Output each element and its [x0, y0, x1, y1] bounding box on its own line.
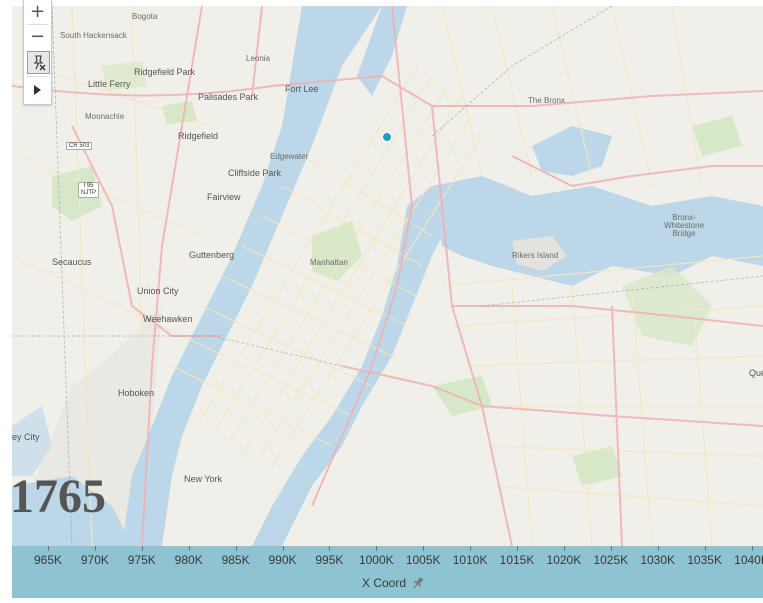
- x-axis-tick-label: 1025K: [593, 553, 629, 567]
- map-data-point[interactable]: [382, 132, 392, 142]
- x-axis-tick-label: 1040K: [734, 553, 763, 567]
- x-axis-tick-label: 1010K: [452, 553, 488, 567]
- x-axis-tick-label: 1020K: [546, 553, 582, 567]
- x-axis-tick: [657, 546, 659, 551]
- x-axis-tick: [423, 546, 425, 551]
- x-axis-tick-label: 1015K: [499, 553, 535, 567]
- x-axis-tick-label: 970K: [80, 553, 109, 567]
- x-axis-tick: [141, 546, 143, 551]
- x-axis-tick-label: 1000K: [358, 553, 394, 567]
- x-axis-tick: [235, 546, 237, 551]
- zoom-out-button[interactable]: −: [24, 25, 51, 49]
- x-axis-tick-label: 1030K: [640, 553, 676, 567]
- x-axis-title-row: X Coord: [362, 576, 425, 590]
- x-axis-tick: [751, 546, 753, 551]
- x-axis-tick: [704, 546, 706, 551]
- x-axis-tick-label: 985K: [221, 553, 250, 567]
- basemap: [12, 6, 763, 546]
- x-axis-tick-label: 1005K: [405, 553, 441, 567]
- play-icon: [34, 85, 41, 95]
- map-visualization: Bogota South Hackensack Ridgefield Park …: [0, 0, 763, 603]
- x-axis-tick-label: 980K: [174, 553, 203, 567]
- x-axis-tick-label: 965K: [33, 553, 63, 567]
- x-axis-tick-label: 1035K: [687, 553, 722, 567]
- x-axis-title[interactable]: X Coord: [362, 576, 406, 590]
- unpin-map-icon: [33, 55, 46, 71]
- play-button[interactable]: [24, 77, 51, 103]
- x-axis-tick: [610, 546, 612, 551]
- x-axis-tick: [376, 546, 378, 551]
- x-axis-tick: [470, 546, 472, 551]
- map-toolbar: + −: [23, 0, 52, 105]
- map-canvas[interactable]: Bogota South Hackensack Ridgefield Park …: [12, 6, 763, 546]
- minus-icon: −: [29, 26, 46, 47]
- x-axis-tick: [517, 546, 518, 551]
- pin-icon[interactable]: [411, 576, 425, 590]
- x-axis-tick: [188, 546, 190, 551]
- x-axis-tick: [94, 546, 96, 551]
- big-number-label: 1765: [10, 470, 106, 523]
- x-axis-tick-label: 995K: [315, 553, 344, 567]
- x-axis-tick: [329, 546, 331, 551]
- x-axis-tick: [282, 546, 284, 551]
- x-axis[interactable]: X Coord 965K 970K 975K 980K 985K 990K 995K 1000…: [12, 546, 763, 598]
- x-axis-tick: [48, 546, 49, 551]
- x-axis-tick: [563, 546, 565, 551]
- unpin-map-button[interactable]: [27, 51, 50, 74]
- zoom-in-button[interactable]: +: [24, 0, 51, 24]
- x-axis-tick-label: 975K: [127, 553, 156, 567]
- x-axis-tick-label: 990K: [268, 553, 297, 567]
- plus-icon: +: [29, 1, 46, 22]
